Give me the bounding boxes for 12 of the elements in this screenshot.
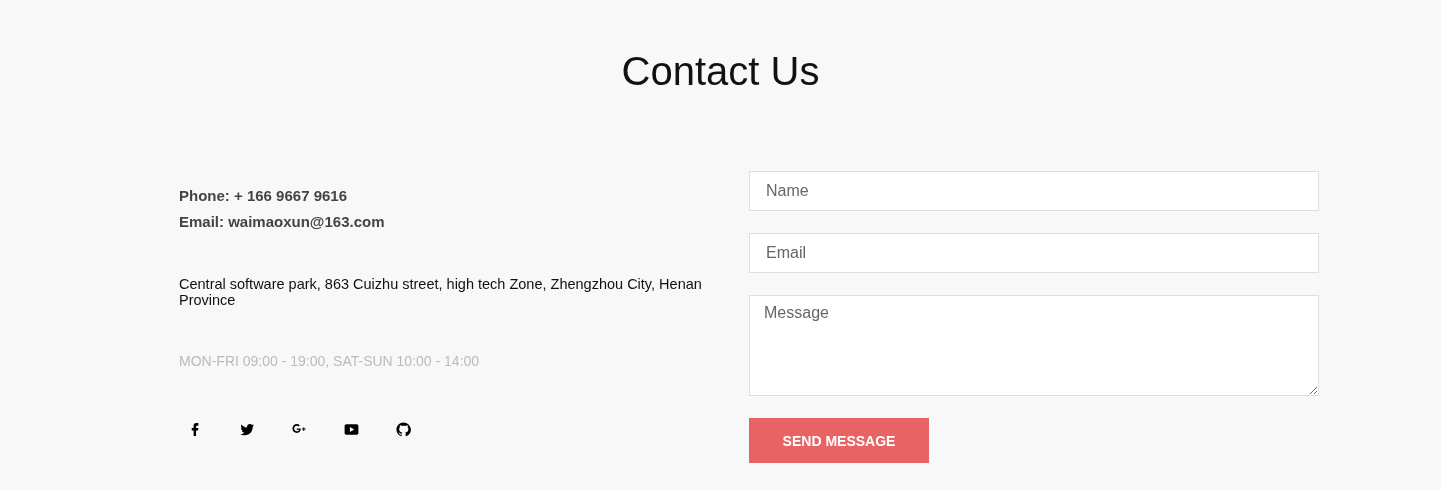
page-title: Contact Us xyxy=(620,48,821,95)
github-icon[interactable] xyxy=(395,421,412,438)
email-text: Email: waimaoxun@163.com xyxy=(179,212,386,232)
address-text: Central software park, 863 Cuizhu street, high tech Zone, Zhengzhou City, Henan Province xyxy=(179,276,703,308)
twitter-icon[interactable] xyxy=(239,421,256,438)
message-field[interactable]: Message xyxy=(749,295,1319,396)
email-field[interactable]: Email xyxy=(749,233,1319,273)
play-icon[interactable] xyxy=(343,421,360,438)
send-message-button[interactable]: SEND MESSAGE xyxy=(749,418,929,463)
phone-text: Phone: + 166 9667 9616 xyxy=(179,186,349,206)
name-field[interactable]: Name xyxy=(749,171,1319,211)
hours-text: MON-FRI 09:00 - 19:00, SAT-SUN 10:00 - 14:00 xyxy=(179,352,481,370)
